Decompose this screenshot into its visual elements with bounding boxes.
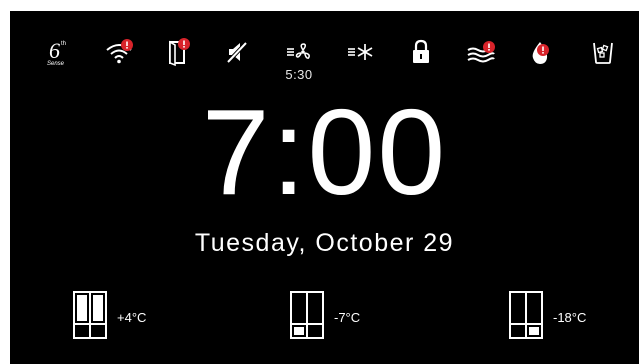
sixth-sense-logo-icon: 6 th Sense xyxy=(44,37,74,67)
zone-convertible[interactable]: -7°C xyxy=(290,291,410,343)
zone-fridge-temperature: +4°C xyxy=(117,310,147,325)
zone-convertible-temperature: -7°C xyxy=(334,310,361,325)
display-screen: 6 th Sense 5:30 7:00 Tuesday, October 29… xyxy=(10,11,639,364)
sixth-sense-superscript: th xyxy=(61,41,66,47)
fast-freeze-icon[interactable] xyxy=(346,37,376,67)
alert-badge-icon xyxy=(121,39,133,51)
convertible-compartment-icon xyxy=(290,291,324,339)
zone-freezer[interactable]: -18°C xyxy=(509,291,629,343)
alert-badge-icon xyxy=(178,38,190,50)
ice-maker-icon[interactable] xyxy=(588,37,618,67)
wifi-alert-icon[interactable] xyxy=(104,37,134,67)
fast-cool-fan-icon[interactable] xyxy=(284,37,314,67)
sound-muted-icon[interactable] xyxy=(222,37,252,67)
zone-fridge[interactable]: +4°C xyxy=(73,291,193,343)
door-open-alert-icon[interactable] xyxy=(162,37,192,67)
alert-badge-icon xyxy=(483,41,495,53)
freezer-compartment-icon xyxy=(509,291,543,339)
water-drop-alert-icon[interactable] xyxy=(526,37,556,67)
zone-freezer-temperature: -18°C xyxy=(553,310,587,325)
sixth-sense-caption: Sense xyxy=(47,61,65,67)
status-bar: 6 th Sense 5:30 xyxy=(10,11,639,91)
clock-date: Tuesday, October 29 xyxy=(194,229,455,257)
fridge-compartment-icon xyxy=(73,291,107,339)
clock-time: 7:00 xyxy=(201,84,448,220)
fast-cool-timer: 5:30 xyxy=(285,67,313,82)
sixth-sense-number: 6 xyxy=(49,38,60,63)
lock-icon[interactable] xyxy=(406,37,436,67)
alert-badge-icon xyxy=(537,44,549,56)
water-filter-alert-icon[interactable] xyxy=(466,37,496,67)
